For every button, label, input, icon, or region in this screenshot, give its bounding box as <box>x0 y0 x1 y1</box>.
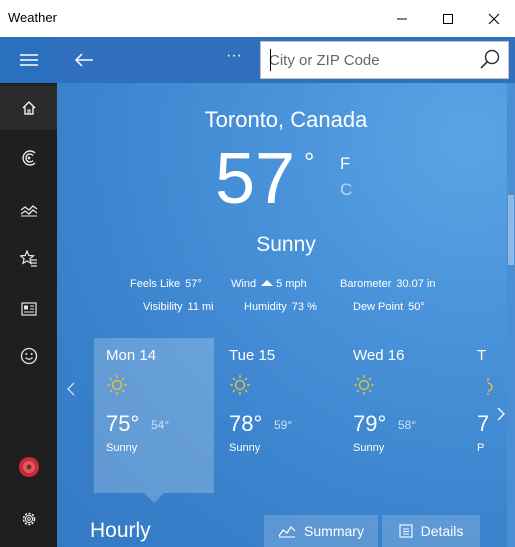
forecast-high-temp: 79° <box>353 411 387 436</box>
dew-point-value: 50° <box>408 301 425 313</box>
details-list-icon <box>399 524 413 538</box>
sidebar-item-forecast[interactable] <box>0 86 57 130</box>
current-temperature: 57 <box>215 139 296 219</box>
feels-like-detail: Feels Like 57° <box>130 278 202 290</box>
humidity-detail: Humidity 73 % <box>244 301 317 313</box>
wind-label: Wind <box>231 278 257 290</box>
city-name: Toronto, Canada <box>204 107 368 132</box>
visibility-detail: Visibility 11 mi <box>143 301 214 313</box>
current-condition: Sunny <box>256 233 316 256</box>
sidebar-item-feedback[interactable] <box>0 334 57 378</box>
settings-icon <box>22 512 35 526</box>
dew-point-label: Dew Point <box>353 301 404 313</box>
forecast-day-card[interactable]: Tue 15 78° 59° Sunny <box>217 338 337 493</box>
chevron-right-icon <box>497 407 505 421</box>
close-button[interactable] <box>471 0 515 37</box>
sidebar-item-places[interactable] <box>0 237 57 281</box>
forecast-day-card[interactable]: Wed 16 79° 58° Sunny <box>341 338 461 493</box>
forecast-condition: Sunny <box>106 442 138 454</box>
dew-point-detail: Dew Point 50° <box>353 301 425 313</box>
main-content: ··· Toronto, Canada 57 ° F C Sunny Feels… <box>57 37 515 547</box>
sunny-icon <box>354 375 374 395</box>
search-box[interactable] <box>260 41 509 79</box>
forecast-day-name: Tue 15 <box>229 347 276 364</box>
forecast-day-card[interactable]: Mon 14 75° 54° Sunny <box>94 338 214 493</box>
back-arrow-icon <box>74 53 93 67</box>
fahrenheit-toggle[interactable]: F <box>340 154 350 174</box>
title-bar: Weather <box>0 0 515 37</box>
more-options-button[interactable]: ··· <box>219 47 249 73</box>
degree-symbol: ° <box>304 147 315 177</box>
forecast-low-temp: 59° <box>274 418 293 432</box>
visibility-label: Visibility <box>143 301 183 313</box>
forecast-low-temp: 54° <box>151 418 170 432</box>
sunny-icon <box>230 375 250 395</box>
selected-card-pointer <box>144 493 164 503</box>
barometer-detail: Barometer 30.07 in <box>340 278 436 290</box>
partly-sunny-icon <box>477 374 499 396</box>
celsius-toggle[interactable]: C <box>340 180 352 200</box>
forecast-condition: P <box>477 442 485 454</box>
back-button[interactable] <box>69 45 99 75</box>
humidity-value: 73 % <box>291 301 317 313</box>
maximize-icon <box>443 13 453 24</box>
flower-avatar-icon <box>18 457 39 477</box>
app-title: Weather <box>8 10 57 25</box>
chevron-left-icon <box>67 382 75 396</box>
summary-label: Summary <box>304 523 364 539</box>
humidity-label: Humidity <box>244 301 287 313</box>
radar-icon <box>21 150 35 166</box>
forecast-condition: Sunny <box>353 442 385 454</box>
sunny-icon <box>107 375 127 395</box>
maximize-button[interactable] <box>425 0 471 37</box>
sidebar-item-maps[interactable] <box>0 136 57 180</box>
minimize-icon <box>397 18 407 19</box>
forecast-low-temp: 58° <box>398 418 417 432</box>
summary-button[interactable]: Summary <box>264 515 378 547</box>
historical-chart-icon <box>20 205 37 217</box>
sidebar <box>0 37 57 547</box>
feels-like-value: 57° <box>185 278 202 290</box>
feels-like-label: Feels Like <box>130 278 181 290</box>
close-icon <box>488 13 500 24</box>
toolbar: ··· <box>57 37 515 83</box>
line-chart-icon <box>278 524 296 538</box>
search-input[interactable] <box>269 49 474 71</box>
home-icon <box>22 101 35 115</box>
scrollbar[interactable] <box>507 83 515 547</box>
forecast-day-name: Mon 14 <box>106 347 157 364</box>
barometer-value: 30.07 in <box>396 278 436 290</box>
wind-direction-icon <box>261 280 274 286</box>
favorites-icon <box>19 250 37 267</box>
forecast-scroll-right-button[interactable] <box>497 407 505 426</box>
forecast-high-temp: 78° <box>229 411 263 436</box>
visibility-value: 11 mi <box>187 301 214 313</box>
details-button[interactable]: Details <box>382 515 480 547</box>
barometer-label: Barometer <box>340 278 392 290</box>
smiley-icon <box>20 347 37 365</box>
forecast-condition: Sunny <box>229 442 261 454</box>
forecast-high-temp: 75° <box>106 411 140 436</box>
minimize-button[interactable] <box>379 0 425 37</box>
news-icon <box>20 302 37 316</box>
hamburger-menu-button[interactable] <box>0 37 57 83</box>
wind-value: 5 mph <box>276 278 307 290</box>
sidebar-item-historical[interactable] <box>0 187 57 231</box>
text-cursor <box>270 49 271 71</box>
forecast-day-name: T <box>477 347 487 364</box>
hamburger-icon <box>19 54 38 66</box>
forecast-scroll-left-button[interactable] <box>67 382 75 401</box>
sidebar-item-news[interactable] <box>0 287 57 331</box>
search-icon[interactable] <box>478 48 502 72</box>
forecast-day-name: Wed 16 <box>353 347 405 364</box>
account-avatar-button[interactable] <box>0 445 57 489</box>
settings-button[interactable] <box>0 497 57 541</box>
hourly-heading: Hourly <box>90 519 151 542</box>
details-label: Details <box>420 523 464 539</box>
wind-detail: Wind 5 mph <box>231 278 307 290</box>
forecast-high-temp: 7 <box>477 411 490 436</box>
